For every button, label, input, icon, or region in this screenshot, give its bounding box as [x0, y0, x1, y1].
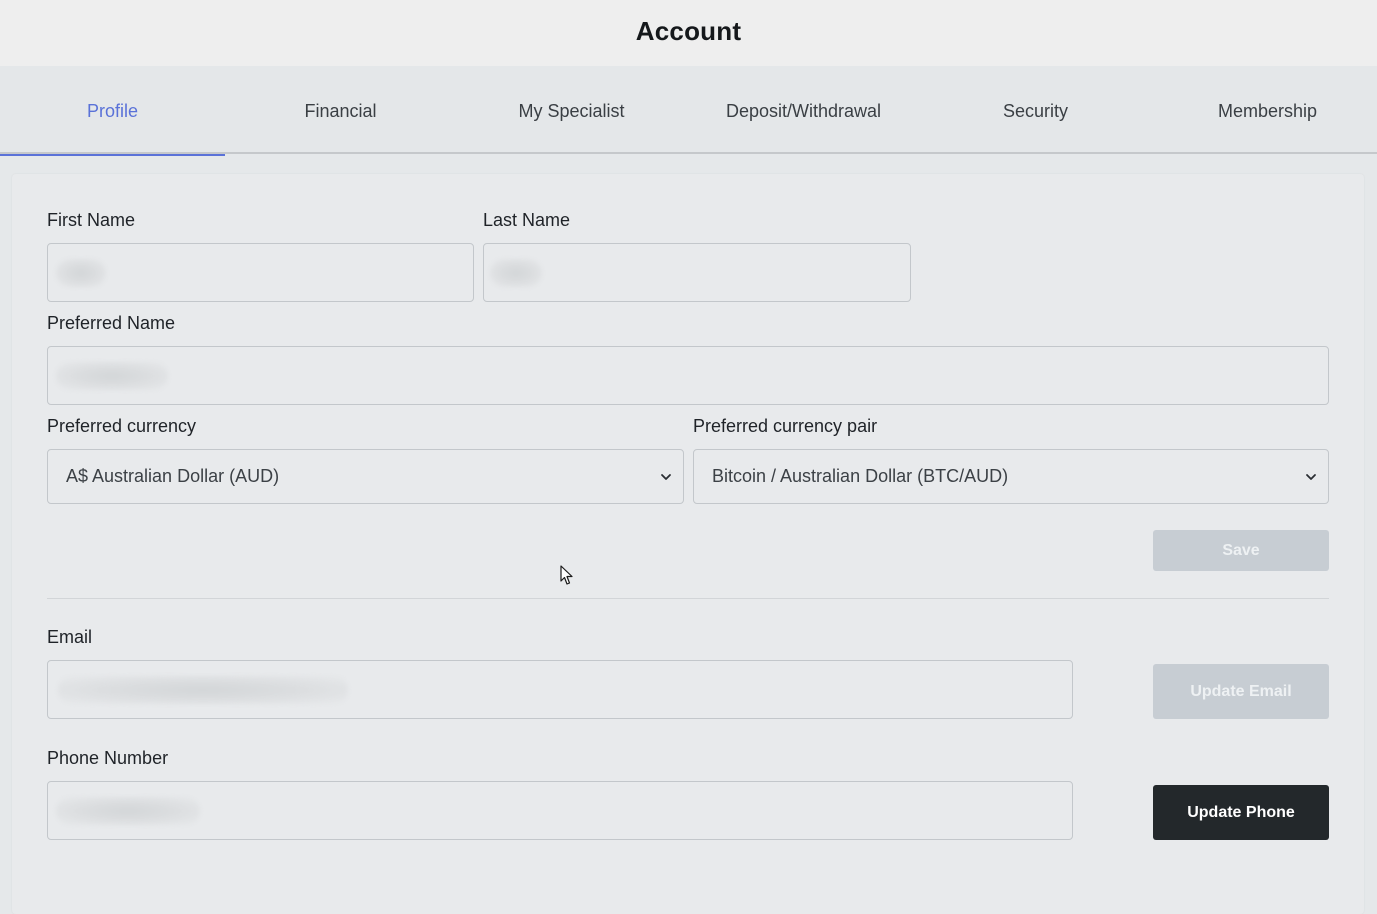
tab-security[interactable]: Security — [923, 66, 1148, 154]
page-title: Account — [635, 16, 742, 46]
page-header: Account — [0, 0, 1377, 66]
preferred-pair-select[interactable]: Bitcoin / Australian Dollar (BTC/AUD) — [693, 449, 1329, 504]
tab-deposit-withdrawal[interactable]: Deposit/Withdrawal — [691, 66, 916, 154]
phone-number-field[interactable] — [47, 781, 1073, 840]
redacted-value — [56, 361, 168, 390]
chevron-down-icon — [661, 473, 671, 480]
preferred-currency-select[interactable]: A$ Australian Dollar (AUD) — [47, 449, 684, 504]
tab-profile[interactable]: Profile — [0, 66, 225, 156]
tab-my-specialist[interactable]: My Specialist — [459, 66, 684, 154]
section-divider — [47, 598, 1329, 599]
email-label: Email — [47, 627, 93, 647]
first-name-field[interactable] — [47, 243, 474, 302]
tab-membership[interactable]: Membership — [1155, 66, 1377, 154]
redacted-value — [56, 258, 106, 287]
save-button[interactable]: Save — [1153, 530, 1329, 571]
tab-financial[interactable]: Financial — [228, 66, 453, 154]
account-tabs: Profile Financial My Specialist Deposit/… — [0, 66, 1377, 156]
preferred-pair-label: Preferred currency pair — [693, 416, 878, 436]
last-name-field[interactable] — [483, 243, 911, 302]
redacted-value — [490, 258, 542, 287]
redacted-value — [56, 796, 200, 825]
profile-card: First Name Last Name Preferred Name Pref… — [12, 174, 1364, 914]
mouse-cursor-icon — [560, 565, 573, 585]
preferred-pair-value: Bitcoin / Australian Dollar (BTC/AUD) — [712, 466, 1009, 486]
preferred-currency-value: A$ Australian Dollar (AUD) — [66, 466, 280, 486]
first-name-label: First Name — [47, 210, 136, 230]
preferred-name-label: Preferred Name — [47, 313, 176, 333]
update-email-button[interactable]: Update Email — [1153, 664, 1329, 719]
preferred-name-field[interactable] — [47, 346, 1329, 405]
preferred-currency-label: Preferred currency — [47, 416, 197, 436]
redacted-value — [58, 675, 348, 704]
chevron-down-icon — [1306, 473, 1316, 480]
last-name-label: Last Name — [483, 210, 571, 230]
email-field[interactable] — [47, 660, 1073, 719]
phone-number-label: Phone Number — [47, 748, 169, 768]
update-phone-button[interactable]: Update Phone — [1153, 785, 1329, 840]
